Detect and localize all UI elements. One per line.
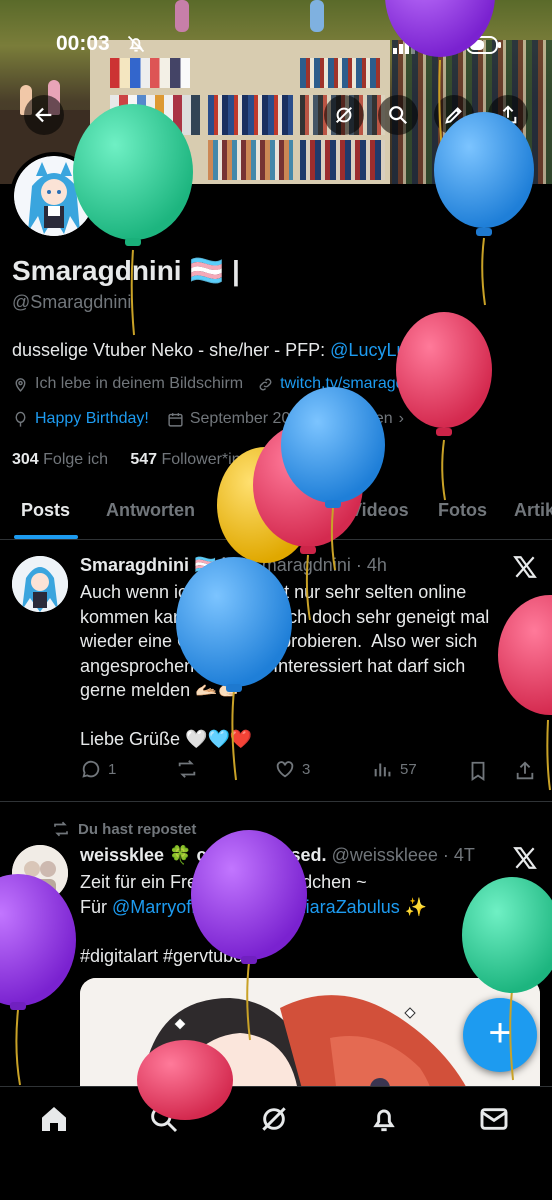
x-logo-icon xyxy=(513,847,537,869)
search-button[interactable] xyxy=(378,95,418,135)
mute-bell-icon xyxy=(127,35,145,53)
followers-count: 547 xyxy=(130,451,158,468)
location-icon xyxy=(15,377,26,392)
active-tab-indicator xyxy=(14,535,78,539)
repost-icon xyxy=(178,760,196,778)
avatar-image xyxy=(12,845,68,901)
network-type: LTE xyxy=(430,35,461,54)
repost-note-text: Du hast repostet xyxy=(78,820,197,838)
bio-mention-link[interactable]: @LucyLuVt xyxy=(330,340,423,360)
profile-bio: dusselige Vtuber Neko - she/her - PFP: @… xyxy=(12,340,423,361)
text-fragment: ✨ xyxy=(399,897,428,917)
text-fragment: und xyxy=(237,897,278,917)
post-author-name[interactable]: Smaragdnini 🏳️‍⚧️ | xyxy=(80,555,226,575)
display-name: Smaragdnini 🏳️‍⚧️ | xyxy=(12,255,240,286)
post-author-handle-time: @Smaragdnini · 4h xyxy=(231,555,387,575)
tab-highlights[interactable]: Highlights xyxy=(228,500,316,521)
followers-label: Follower*innen xyxy=(161,451,268,468)
compose-plus-icon: + xyxy=(488,1011,512,1055)
avatar-image xyxy=(14,156,94,236)
chevron-right-icon: › xyxy=(398,410,404,427)
post-text-signoff: Liebe Grüße 🤍🩵❤️ xyxy=(80,729,253,749)
following-count: 304 xyxy=(12,451,39,468)
following-link[interactable]: 304 Folge ich xyxy=(12,451,108,468)
tab-replies[interactable]: Antworten xyxy=(106,500,195,521)
edit-button[interactable] xyxy=(434,95,474,135)
status-time: 00:03 xyxy=(56,32,110,55)
back-arrow-icon xyxy=(35,107,52,123)
bottom-navigation xyxy=(0,1086,552,1200)
repost-indicator: Du hast repostet xyxy=(52,820,196,838)
tab-videos[interactable]: Videos xyxy=(350,500,409,521)
calendar-icon xyxy=(168,412,183,427)
repost-button[interactable] xyxy=(176,758,204,780)
views-button[interactable]: 57 xyxy=(372,758,417,780)
x-logo-icon xyxy=(513,556,537,578)
profile-meta-row-2: Happy Birthday! September 2022 beigetret… xyxy=(12,410,404,428)
tab-photos[interactable]: Fotos xyxy=(438,500,487,521)
views-count: 57 xyxy=(400,760,417,778)
heart-icon xyxy=(276,761,294,778)
profile-handle: @Smaragdnini xyxy=(12,292,132,312)
mention-link[interactable]: @MarryofBlood xyxy=(112,897,237,917)
grok-icon[interactable] xyxy=(258,1103,290,1135)
reply-icon xyxy=(82,760,100,778)
post-text: Auch wenn ich zeitbedingt nur sehr selte… xyxy=(80,582,490,700)
link-icon xyxy=(259,378,272,390)
like-button[interactable]: 3 xyxy=(274,758,310,780)
follow-stats: 304 Folge ich 547 Follower*innen xyxy=(12,451,267,469)
share-button[interactable] xyxy=(488,95,528,135)
post-author-avatar[interactable] xyxy=(12,845,68,901)
birthday-text[interactable]: Happy Birthday! xyxy=(35,410,149,428)
views-chart-icon xyxy=(374,763,391,777)
following-label: Folge ich xyxy=(43,451,109,468)
post-author-avatar[interactable] xyxy=(12,556,68,612)
status-bar: 00:03 LTE xyxy=(0,0,552,90)
mail-icon[interactable] xyxy=(478,1103,510,1135)
repost-icon xyxy=(54,821,68,837)
search-icon[interactable] xyxy=(148,1103,180,1135)
grok-button[interactable] xyxy=(324,95,364,135)
reply-count: 1 xyxy=(108,760,117,778)
post-hashtags[interactable]: #digitalart #gervtuber xyxy=(80,944,249,969)
bookmark-icon[interactable] xyxy=(467,760,489,782)
avatar-image xyxy=(12,556,68,612)
profile-tabs: Posts Antworten Highlights Videos Fotos … xyxy=(0,484,552,540)
balloon-icon xyxy=(15,411,26,427)
followers-link[interactable]: 547 Follower*innen xyxy=(130,451,267,468)
post-header: Smaragdnini 🏳️‍⚧️ | @Smaragdnini · 4h xyxy=(80,555,387,576)
reply-button[interactable]: 1 xyxy=(80,758,116,780)
profile-avatar[interactable] xyxy=(10,152,98,240)
post-header: weissklee 🍀 comms closed. @weisskleee · … xyxy=(80,845,475,866)
post-author-handle-time: @weisskleee · 4T xyxy=(331,845,475,865)
bell-icon[interactable] xyxy=(368,1103,400,1135)
post-divider xyxy=(0,801,552,802)
post-text-mentions: Für @MarryofBlood und @LiaraZabulus ✨ xyxy=(80,895,427,920)
joined-date: September 2022 beigetreten xyxy=(189,410,393,427)
grok-icon xyxy=(335,106,353,124)
like-count: 3 xyxy=(302,760,311,778)
tab-posts[interactable]: Posts xyxy=(21,500,70,521)
post-author-name[interactable]: weissklee 🍀 comms closed. xyxy=(80,845,327,865)
search-icon xyxy=(389,106,408,125)
balloon-purple-left xyxy=(0,874,76,1086)
mention-link[interactable]: @LiaraZabulus xyxy=(277,897,399,917)
battery-icon xyxy=(466,36,501,54)
bio-text: dusselige Vtuber Neko - she/her - PFP: xyxy=(12,340,331,360)
share-icon[interactable] xyxy=(514,760,536,782)
profile-website-link[interactable]: twitch.tv/smaragdnini xyxy=(280,375,429,393)
text-fragment: Für xyxy=(80,897,113,917)
edit-icon xyxy=(445,107,462,124)
signal-icon xyxy=(393,36,415,54)
post-text: Zeit für ein Freundschaftsbildchen ~ xyxy=(80,872,367,892)
share-icon xyxy=(499,105,517,124)
back-button[interactable] xyxy=(24,95,64,135)
compose-button[interactable]: + xyxy=(463,998,537,1072)
home-icon[interactable] xyxy=(38,1103,70,1135)
profile-location: Ich lebe in deinem Bildschirm xyxy=(35,375,244,392)
tab-articles[interactable]: Artikel xyxy=(514,500,552,521)
profile-meta-row-1: Ich lebe in deinem Bildschirm twitch.tv/… xyxy=(12,375,429,393)
